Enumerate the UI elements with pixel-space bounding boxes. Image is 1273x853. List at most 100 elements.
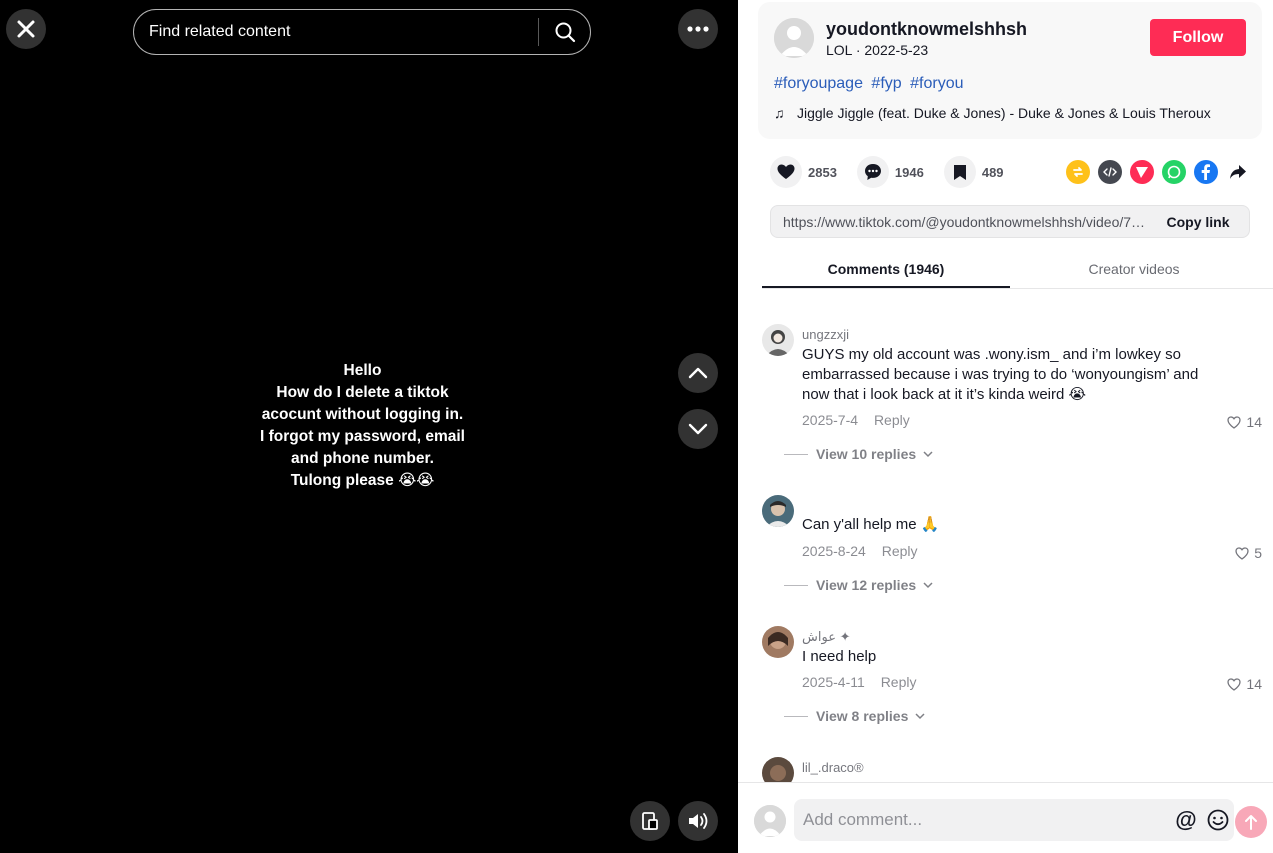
- next-video-button[interactable]: [678, 409, 718, 449]
- comment-icon-wrap: [856, 156, 889, 188]
- search-button[interactable]: [539, 10, 590, 54]
- comment-like-count: 14: [1246, 414, 1262, 430]
- more-options-button[interactable]: [678, 9, 718, 49]
- like-icon-wrap: [770, 156, 802, 188]
- comment-count: 1946: [894, 164, 924, 180]
- floating-player-button[interactable]: [630, 801, 670, 841]
- commenter-avatar[interactable]: [762, 495, 794, 527]
- hashtag-link[interactable]: #foryoupage: [774, 75, 863, 92]
- share-arrow-icon[interactable]: [1226, 160, 1250, 184]
- volume-button[interactable]: [678, 801, 718, 841]
- comment-meta: 2025-4-11 Reply: [802, 674, 928, 690]
- music-note-icon: ♫: [774, 105, 785, 121]
- view-replies-label: View 10 replies: [816, 446, 917, 462]
- like-button[interactable]: 2853: [770, 156, 837, 188]
- like-count: 2853: [808, 164, 837, 180]
- reply-button[interactable]: Reply: [874, 412, 910, 428]
- heart-outline-icon: [1235, 546, 1249, 560]
- panel-tabs: Comments (1946) Creator videos: [762, 250, 1273, 289]
- tiktok-video-viewer: Find related content Hello How do I dele…: [0, 0, 1273, 853]
- more-icon: [687, 26, 709, 32]
- view-replies-button[interactable]: View 10 replies: [784, 446, 934, 462]
- comment-like-count: 5: [1254, 545, 1262, 561]
- save-count: 489: [981, 164, 1004, 180]
- comment-input-placeholder: Add comment...: [803, 810, 923, 829]
- comment-date: 2025-7-4: [802, 412, 859, 428]
- hashtag-link[interactable]: #foryou: [910, 75, 963, 92]
- view-replies-label: View 12 replies: [816, 577, 917, 593]
- embed-icon[interactable]: [1098, 160, 1122, 184]
- view-replies-label: View 8 replies: [816, 708, 909, 724]
- commenter-avatar[interactable]: [762, 626, 794, 658]
- comment-like-button[interactable]: 14: [1227, 414, 1262, 430]
- video-player[interactable]: Find related content Hello How do I dele…: [0, 0, 738, 853]
- tab-comments[interactable]: Comments (1946): [762, 250, 1010, 288]
- details-panel: youdontknowmelshhsh LOL · 2022-5-23 Foll…: [738, 0, 1273, 853]
- commenter-username[interactable]: عواش ✦: [802, 629, 850, 645]
- chevron-down-icon: [923, 582, 933, 589]
- comment-item: lil_.draco®: [762, 757, 1262, 782]
- emoji-button[interactable]: [1202, 804, 1234, 836]
- facebook-icon[interactable]: [1194, 160, 1218, 184]
- tab-creator-videos[interactable]: Creator videos: [1010, 250, 1258, 288]
- comment-meta: 2025-7-4 Reply: [802, 412, 922, 428]
- hashtag-link[interactable]: #fyp: [871, 75, 901, 92]
- chevron-down-icon: [915, 713, 925, 720]
- author-username[interactable]: youdontknowmelshhsh: [826, 19, 1027, 40]
- comment-button[interactable]: 1946: [856, 156, 924, 188]
- video-url: https://www.tiktok.com/@youdontknowmelsh…: [783, 213, 1147, 230]
- commenter-avatar[interactable]: [762, 757, 794, 782]
- comment-list[interactable]: ungzzxji GUYS my old account was .wony.i…: [738, 290, 1273, 782]
- author-avatar[interactable]: [774, 18, 814, 58]
- facebook-glyph: [1201, 164, 1210, 180]
- search-input[interactable]: Find related content: [149, 23, 538, 41]
- commenter-username[interactable]: ungzzxji: [802, 327, 849, 342]
- comment-input[interactable]: Add comment... @: [794, 799, 1234, 841]
- caption-line: acocunt without logging in.: [261, 406, 464, 423]
- post-comment-button[interactable]: [1235, 806, 1267, 838]
- avatar-image: [762, 626, 794, 658]
- whatsapp-icon[interactable]: [1162, 160, 1186, 184]
- commenter-avatar[interactable]: [762, 324, 794, 356]
- replies-divider: [784, 715, 808, 717]
- author-nickname-date: LOL · 2022-5-23: [826, 42, 929, 58]
- comment-like-button[interactable]: 5: [1235, 545, 1262, 561]
- reply-button[interactable]: Reply: [882, 543, 918, 559]
- reply-button[interactable]: Reply: [881, 674, 917, 690]
- chevron-up-icon: [688, 367, 708, 379]
- emoji-icon: [1207, 809, 1229, 831]
- whatsapp-glyph: [1167, 165, 1181, 179]
- previous-video-button[interactable]: [678, 353, 718, 393]
- search-bar[interactable]: Find related content: [133, 9, 591, 55]
- music-title: Jiggle Jiggle (feat. Duke & Jones) - Duk…: [797, 105, 1211, 121]
- music-link[interactable]: ♫ Jiggle Jiggle (feat. Duke & Jones) - D…: [774, 105, 1211, 121]
- share-options: [1066, 160, 1258, 184]
- comment-like-button[interactable]: 14: [1227, 676, 1262, 692]
- comment-like-count: 14: [1246, 676, 1262, 692]
- send-to-friends-icon[interactable]: [1130, 160, 1154, 184]
- arrow-up-icon: [1245, 815, 1257, 830]
- hashtags: #foryoupage #fyp #foryou: [774, 75, 968, 93]
- close-button[interactable]: [6, 9, 46, 49]
- comment-date: 2025-4-11: [802, 674, 865, 690]
- comment-text: GUYS my old account was .wony.ism_ and i…: [802, 346, 1199, 403]
- view-replies-button[interactable]: View 8 replies: [784, 708, 926, 724]
- default-avatar-icon: [774, 18, 814, 58]
- comment-item: عواش ✦ I need help 2025-4-11 Reply 14 Vi…: [762, 626, 1262, 736]
- save-button[interactable]: 489: [943, 156, 1004, 188]
- comment-item: ungzzxji GUYS my old account was .wony.i…: [762, 324, 1262, 474]
- caption-line: and phone number.: [291, 450, 434, 467]
- volume-icon: [689, 813, 708, 829]
- follow-button[interactable]: Follow: [1150, 19, 1246, 56]
- copy-link-button[interactable]: Copy link: [1147, 214, 1249, 230]
- avatar-image: [762, 757, 794, 782]
- avatar-image: [762, 324, 794, 356]
- view-replies-button[interactable]: View 12 replies: [784, 577, 934, 593]
- commenter-username[interactable]: lil_.draco®: [802, 760, 864, 775]
- avatar-image: [762, 495, 794, 527]
- comment-date: 2025-8-24: [802, 543, 866, 559]
- heart-outline-icon: [1227, 677, 1242, 691]
- repost-icon[interactable]: [1066, 160, 1090, 184]
- mention-button[interactable]: @: [1170, 804, 1202, 836]
- close-icon: [17, 20, 35, 38]
